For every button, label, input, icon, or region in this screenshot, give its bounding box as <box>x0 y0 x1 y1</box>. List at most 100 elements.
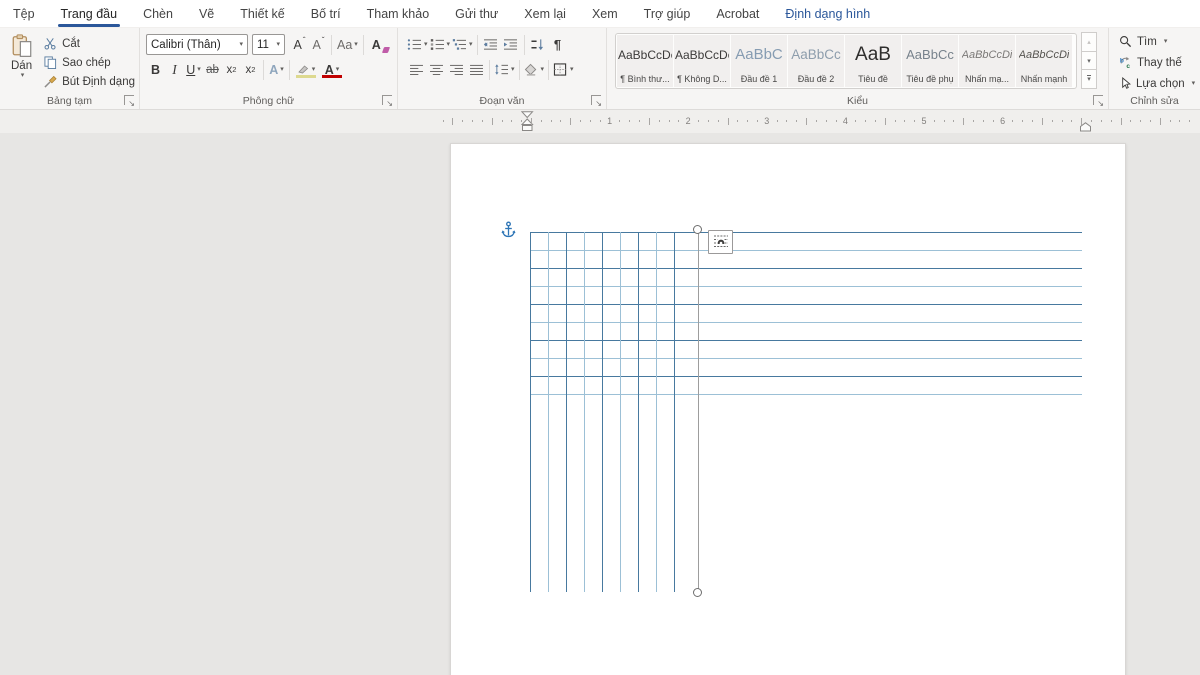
increase-indent-icon <box>503 38 518 51</box>
subscript-button[interactable]: x2 <box>222 59 241 80</box>
style-preview: AaBbCcDi <box>962 35 1013 74</box>
superscript-button[interactable]: x2 <box>241 59 260 80</box>
copy-button[interactable]: Sao chép <box>44 54 135 71</box>
cursor-arrow-icon <box>1119 77 1131 90</box>
style-chip-h2[interactable]: AaBbCcĐầu đề 2 <box>788 35 844 87</box>
align-left-button[interactable] <box>406 59 426 80</box>
justify-button[interactable] <box>466 59 486 80</box>
ruler-tick <box>737 120 738 122</box>
tab-9-xem[interactable]: Xem <box>579 0 631 27</box>
style-chip-nospace[interactable]: AaBbCcDc¶ Không D... <box>674 35 730 87</box>
style-chip-title[interactable]: AaBTiêu đề <box>845 35 901 87</box>
font-size-select[interactable]: 11 ▾ <box>252 34 285 55</box>
dialog-launcher-icon[interactable]: ↘ <box>382 95 392 105</box>
ruler-tick <box>914 120 915 122</box>
shape-resize-handle-top[interactable] <box>693 225 702 234</box>
multilevel-list-button[interactable]: ▾ <box>451 34 474 55</box>
align-center-button[interactable] <box>426 59 446 80</box>
decrease-indent-button[interactable] <box>481 34 501 55</box>
style-chip-em1[interactable]: AaBbCcDiNhấn mạ... <box>959 35 1015 87</box>
wrap-text-icon <box>712 233 730 251</box>
dialog-launcher-icon[interactable]: ↘ <box>1093 95 1103 105</box>
gallery-scroll-down-button[interactable]: ▾ <box>1081 51 1097 71</box>
tab-10-trợ-giúp[interactable]: Trợ giúp <box>631 0 704 27</box>
dialog-launcher-icon[interactable]: ↘ <box>124 95 134 105</box>
tab-4-thiết-kế[interactable]: Thiết kế <box>227 0 297 27</box>
document-area[interactable] <box>0 133 1200 675</box>
grid-vertical-line <box>656 232 657 592</box>
tab-2-chèn[interactable]: Chèn <box>130 0 186 27</box>
line-spacing-button[interactable]: ▾ <box>493 59 516 80</box>
line-spacing-icon <box>494 63 509 76</box>
bold-button[interactable]: B <box>146 59 165 80</box>
tab-7-gửi-thư[interactable]: Gửi thư <box>442 0 511 27</box>
align-right-button[interactable] <box>446 59 466 80</box>
indent-markers-icon[interactable] <box>521 111 534 132</box>
ruler-tick <box>953 120 954 122</box>
style-preview: AaBbCc <box>906 35 954 74</box>
borders-button[interactable]: ▾ <box>552 59 575 80</box>
layout-options-button[interactable] <box>708 230 733 254</box>
change-case-button[interactable]: Aa ▾ <box>335 34 360 55</box>
page[interactable] <box>450 143 1126 675</box>
style-preview: AaBbCcDi <box>1019 35 1070 74</box>
gallery-more-button[interactable]: ▾ <box>1081 69 1097 89</box>
show-formatting-marks-button[interactable]: ¶ <box>548 34 568 55</box>
ruler-tick <box>619 120 620 122</box>
grid-vertical-line <box>584 232 585 592</box>
horizontal-ruler[interactable]: 123456 <box>0 110 1200 133</box>
ruler-tick <box>600 120 601 122</box>
ruler-tick <box>1062 120 1063 122</box>
ruler-tick <box>502 120 503 122</box>
style-chip-em2[interactable]: AaBbCcDiNhấn mạnh <box>1016 35 1072 87</box>
ruler-tick <box>1101 120 1102 122</box>
ruler-tick <box>1091 120 1092 122</box>
text-effects-button[interactable]: A▾ <box>267 59 286 80</box>
style-chip-subtitle[interactable]: AaBbCcTiêu đề phụ <box>902 35 958 87</box>
dialog-launcher-icon[interactable]: ↘ <box>591 95 601 105</box>
tab-0-tệp[interactable]: Tệp <box>0 0 48 27</box>
italic-button[interactable]: I <box>165 59 184 80</box>
clear-formatting-button[interactable]: A <box>367 34 386 55</box>
grow-font-button[interactable]: Aˆ <box>290 34 309 55</box>
strikethrough-button[interactable]: ab <box>203 59 222 80</box>
find-button[interactable]: Tìm ▾ <box>1119 33 1196 50</box>
underline-button[interactable]: U ▾ <box>184 59 203 80</box>
increase-indent-button[interactable] <box>501 34 521 55</box>
grid-vertical-line <box>548 232 549 592</box>
ruler-tick <box>786 120 787 122</box>
ruler-tick <box>806 118 807 125</box>
ruler-tick <box>904 120 905 122</box>
shading-button[interactable]: ▾ <box>523 59 546 80</box>
tab-5-bố-trí[interactable]: Bố trí <box>298 0 354 27</box>
select-button[interactable]: Lựa chọn ▾ <box>1119 75 1196 92</box>
shrink-font-button[interactable]: Aˇ <box>309 34 328 55</box>
replace-button[interactable]: b c Thay thế <box>1119 54 1196 71</box>
tab-1-trang-đầu[interactable]: Trang đầu <box>48 0 131 27</box>
cut-button[interactable]: Cắt <box>44 35 135 52</box>
font-name-select[interactable]: Calibri (Thân) ▾ <box>146 34 248 55</box>
separator <box>548 60 549 80</box>
shape-resize-handle-bottom[interactable] <box>693 588 702 597</box>
grid-horizontal-line <box>530 286 1082 287</box>
grid-vertical-line <box>638 232 639 592</box>
ribbon: Dán ▾ Cắt <box>0 28 1200 110</box>
tab-12-định-dạng-hình[interactable]: Định dạng hình <box>772 0 883 27</box>
format-painter-button[interactable]: Bút Định dạng <box>44 73 135 90</box>
tab-11-acrobat[interactable]: Acrobat <box>703 0 772 27</box>
tab-8-xem-lại[interactable]: Xem lại <box>511 0 579 27</box>
numbering-button[interactable]: ▾ <box>429 34 452 55</box>
style-chip-h1[interactable]: AaBbCĐầu đề 1 <box>731 35 787 87</box>
gallery-scroll-up-button[interactable]: ▴ <box>1081 32 1097 52</box>
tab-3-vẽ[interactable]: Vẽ <box>186 0 227 27</box>
highlight-color-button[interactable]: ▾ <box>293 59 319 80</box>
tab-6-tham-khảo[interactable]: Tham khảo <box>354 0 443 27</box>
paste-button[interactable]: Dán ▾ <box>6 33 37 93</box>
font-color-button[interactable]: A ▾ <box>319 59 345 80</box>
bullets-button[interactable]: ▾ <box>406 34 429 55</box>
ruler-tick <box>836 120 837 122</box>
sort-button[interactable] <box>528 34 548 55</box>
scissors-icon <box>44 37 57 50</box>
style-chip-normal[interactable]: AaBbCcDc¶ Bình thư... <box>617 35 673 87</box>
ruler-tick <box>1042 118 1043 125</box>
